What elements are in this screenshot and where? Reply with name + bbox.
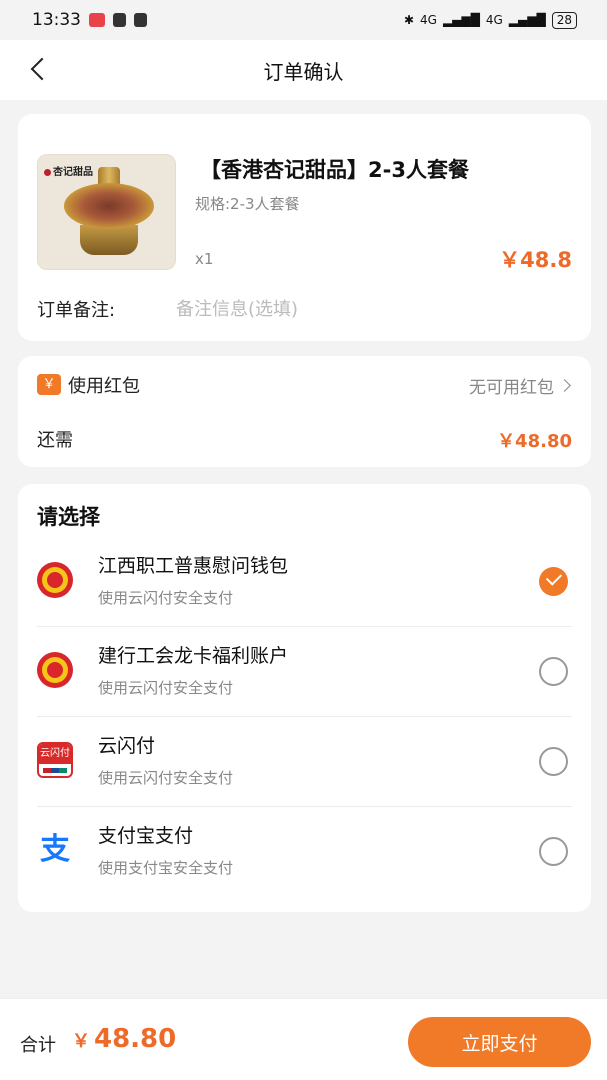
red-packet-card: ￥ 使用红包 无可用红包 还需 ￥48.80 bbox=[18, 356, 591, 467]
status-right: ✱ 4G ▂▄▆█ 4G ▂▄▆█ 28 bbox=[403, 11, 577, 29]
thumbnail-brand: 杏记甜品 bbox=[44, 163, 93, 178]
red-packet-value: 无可用红包 bbox=[469, 378, 554, 398]
payment-option-desc: 使用云闪付安全支付 bbox=[98, 679, 234, 697]
page-title: 订单确认 bbox=[263, 59, 344, 84]
nfc-icon bbox=[113, 13, 126, 27]
payment-option-alipay[interactable]: 支 支付宝支付 使用支付宝安全支付 bbox=[37, 807, 572, 897]
payment-option-desc: 使用支付宝安全支付 bbox=[98, 859, 234, 877]
bluetooth-icon: ✱ bbox=[403, 13, 414, 27]
product-name: 【香港杏记甜品】2-3人套餐 bbox=[200, 158, 469, 182]
battery-icon: 28 bbox=[551, 11, 577, 29]
amount-due-value: ￥48.80 bbox=[497, 431, 572, 452]
red-packet-selector[interactable]: 无可用红包 bbox=[469, 373, 571, 398]
payment-section-title: 请选择 bbox=[37, 505, 100, 529]
total-label: 合计 bbox=[20, 1035, 56, 1056]
product-quantity: x1 bbox=[195, 250, 214, 268]
thumbnail-brand-text: 杏记甜品 bbox=[53, 167, 93, 178]
payment-option-ccb-union-card[interactable]: 建行工会龙卡福利账户 使用云闪付安全支付 bbox=[37, 627, 572, 717]
checkout-bar: 合计 ￥ 48.80 立即支付 bbox=[0, 998, 607, 1080]
app-notification-icon bbox=[89, 13, 105, 27]
product-thumbnail: 杏记甜品 bbox=[37, 154, 176, 270]
payment-option-unionpay[interactable]: 云闪付 云闪付 使用云闪付安全支付 bbox=[37, 717, 572, 807]
unionpay-stripe bbox=[43, 768, 67, 773]
chevron-right-icon bbox=[558, 379, 571, 392]
signal-2-icon: ▂▄▆█ bbox=[508, 13, 546, 27]
status-left: 13:33 bbox=[32, 10, 147, 30]
payment-option-name: 云闪付 bbox=[98, 735, 156, 757]
payment-option-name: 建行工会龙卡福利账户 bbox=[98, 645, 289, 667]
payment-method-card: 请选择 江西职工普惠慰问钱包 使用云闪付安全支付 建行工会龙卡福利账户 使用云闪… bbox=[18, 484, 591, 912]
total-amount: ￥ 48.80 bbox=[72, 1024, 176, 1054]
red-packet-label: 使用红包 bbox=[68, 376, 140, 397]
radio-unchecked-icon[interactable] bbox=[539, 837, 568, 866]
signal-2-label: 4G bbox=[485, 13, 503, 27]
payment-option-name: 支付宝支付 bbox=[98, 825, 194, 847]
currency-symbol: ￥ bbox=[72, 1031, 90, 1052]
unionpay-icon: 云闪付 bbox=[37, 742, 73, 778]
payment-option-jiangxi-wallet[interactable]: 江西职工普惠慰问钱包 使用云闪付安全支付 bbox=[37, 537, 572, 627]
red-packet-icon: ￥ bbox=[37, 374, 61, 395]
brand-dot-icon bbox=[44, 168, 51, 176]
remark-input[interactable] bbox=[176, 292, 566, 326]
payment-option-desc: 使用云闪付安全支付 bbox=[98, 769, 234, 787]
radio-checked-icon[interactable] bbox=[539, 567, 568, 596]
payment-option-name: 江西职工普惠慰问钱包 bbox=[98, 555, 289, 577]
signal-1-label: 4G bbox=[420, 13, 437, 27]
amount-due-label: 还需 bbox=[37, 430, 73, 451]
unionpay-logo-text: 云闪付 bbox=[39, 744, 71, 764]
product-price: ￥48.8 bbox=[499, 248, 572, 272]
union-badge-icon bbox=[37, 652, 73, 688]
payment-option-desc: 使用云闪付安全支付 bbox=[98, 589, 234, 607]
hotpot-base bbox=[80, 225, 138, 255]
order-card: 杏记甜品 【香港杏记甜品】2-3人套餐 规格:2-3人套餐 x1 ￥48.8 订… bbox=[18, 114, 591, 341]
signal-1-icon: ▂▄▆█ bbox=[442, 13, 480, 27]
back-arrow-icon[interactable] bbox=[28, 58, 50, 82]
status-bar: 13:33 ✱ 4G ▂▄▆█ 4G ▂▄▆█ 28 bbox=[0, 0, 607, 40]
union-badge-icon bbox=[37, 562, 73, 598]
remark-label: 订单备注: bbox=[37, 300, 116, 321]
nav-bar: 订单确认 bbox=[0, 40, 607, 100]
total-amount-value: 48.80 bbox=[94, 1024, 177, 1054]
pay-now-button[interactable]: 立即支付 bbox=[408, 1017, 591, 1067]
product-spec: 规格:2-3人套餐 bbox=[195, 195, 300, 213]
hotpot-bowl bbox=[64, 183, 154, 229]
radio-unchecked-icon[interactable] bbox=[539, 657, 568, 686]
radio-unchecked-icon[interactable] bbox=[539, 747, 568, 776]
alarm-icon bbox=[134, 13, 147, 27]
alipay-icon: 支 bbox=[40, 832, 70, 867]
status-time: 13:33 bbox=[32, 10, 81, 30]
